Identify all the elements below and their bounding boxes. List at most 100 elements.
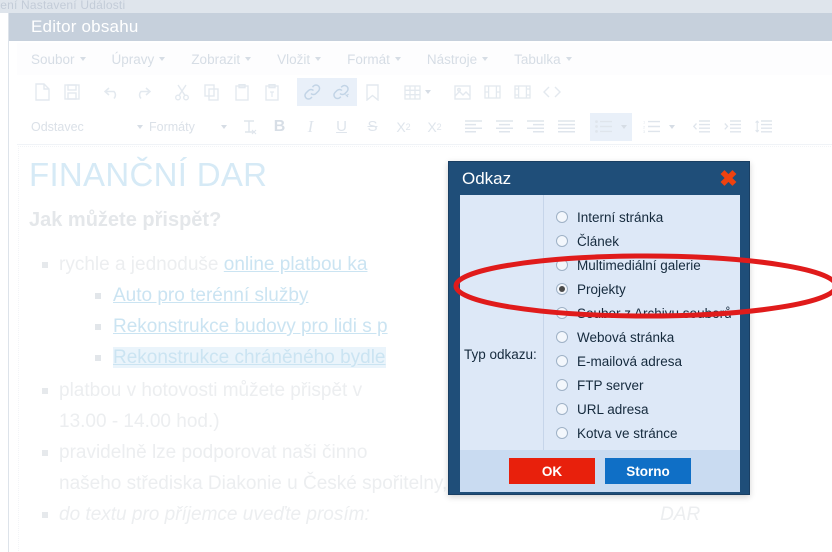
align-right-button[interactable] (520, 113, 551, 141)
numbered-list-button[interactable]: 123 (638, 113, 664, 141)
cut-button[interactable] (167, 78, 197, 106)
copy-button[interactable] (197, 78, 227, 106)
radio-label: Kotva ve stránce (577, 425, 678, 441)
source-code-button[interactable] (537, 78, 567, 106)
subscript-button[interactable]: X2 (388, 113, 419, 141)
line-height-button[interactable] (748, 113, 779, 141)
radio-button-icon (556, 427, 568, 439)
radio-multimedialni-galerie[interactable]: Multimediální galerie (556, 253, 740, 277)
chevron-down-icon (394, 57, 401, 61)
radio-emailova-adresa[interactable]: E-mailová adresa (556, 349, 740, 373)
list-item-text: do textu pro příjemce uveďte prosím: (59, 504, 376, 525)
radio-button-icon (556, 331, 568, 343)
bullet-marker-icon (42, 262, 48, 268)
paragraph-style-select[interactable]: Odstavec (31, 114, 143, 140)
chevron-down-icon (315, 57, 322, 61)
menu-vlozit[interactable]: Vložit (277, 51, 322, 67)
radio-label: Článek (577, 233, 620, 249)
chevron-down-icon (669, 124, 675, 129)
insert-media-button[interactable] (477, 78, 507, 106)
paste-as-text-button[interactable] (257, 78, 287, 106)
radio-label: Multimediální galerie (577, 257, 701, 273)
background-faded-menu-text: vení Nastavení Události (0, 0, 126, 12)
sub-link-auto[interactable]: Auto pro terénní služby (113, 285, 308, 306)
menu-upravy[interactable]: Úpravy (112, 52, 166, 67)
link-type-radio-group: Interní stránka Článek Multimediální gal… (544, 195, 740, 450)
bullet-marker-icon (95, 293, 101, 299)
list-item-text-right: DAR (660, 504, 701, 525)
menu-format[interactable]: Formát (347, 52, 401, 67)
remove-link-button[interactable] (327, 78, 357, 106)
sub-link-rekonstrukce-budovy[interactable]: Rekonstrukce budovy pro lidi s p (113, 316, 388, 337)
menu-nastroje[interactable]: Nástroje (427, 52, 489, 67)
table-button[interactable] (397, 78, 437, 106)
align-justify-button[interactable] (551, 113, 582, 141)
menu-zobrazit[interactable]: Zobrazit (191, 51, 252, 67)
formats-select-value: Formáty (149, 119, 195, 134)
radio-label: FTP server (577, 377, 644, 393)
numbered-list-dropdown[interactable] (664, 113, 680, 141)
radio-label: Interní stránka (577, 209, 664, 225)
bold-button[interactable]: B (264, 113, 295, 141)
radio-ftp-server[interactable]: FTP server (556, 373, 740, 397)
undo-button[interactable] (97, 78, 127, 106)
menu-vlozit-label: Vložit (277, 51, 311, 67)
link-dialog-label-column: Typ odkazu: (460, 195, 544, 450)
editor-toolbar-format: Odstavec Formáty B I U S X2 X2 1 2 3 (17, 109, 832, 145)
formats-select[interactable]: Formáty (149, 114, 227, 140)
radio-label: Projekty (577, 281, 626, 297)
radio-button-icon (556, 211, 568, 223)
editor-toolbar-primary (17, 75, 832, 109)
save-button[interactable] (57, 78, 87, 106)
radio-webova-stranka[interactable]: Webová stránka (556, 325, 740, 349)
align-left-button[interactable] (458, 113, 489, 141)
list-item-text: rychle a jednoduše (59, 254, 224, 275)
menu-zobrazit-label: Zobrazit (191, 51, 241, 67)
insert-video-button[interactable] (507, 78, 537, 106)
radio-kotva-ve-strance[interactable]: Kotva ve stránce (556, 421, 740, 445)
document-link[interactable]: online platbou ka (224, 254, 368, 275)
editor-titlebar: Editor obsahu (9, 13, 832, 41)
radio-interni-stranka[interactable]: Interní stránka (556, 205, 740, 229)
strikethrough-button[interactable]: S (357, 113, 388, 141)
radio-label: E-mailová adresa (577, 353, 683, 369)
radio-button-icon (556, 259, 568, 271)
redo-button[interactable] (127, 78, 157, 106)
indent-button[interactable] (717, 113, 748, 141)
italic-button[interactable]: I (295, 113, 326, 141)
cancel-button[interactable]: Storno (605, 458, 691, 484)
align-center-button[interactable] (489, 113, 520, 141)
radio-soubor-z-archivu[interactable]: Soubor z Archivu souborů (556, 301, 740, 325)
underline-button[interactable]: U (326, 113, 357, 141)
radio-clanek[interactable]: Článek (556, 229, 740, 253)
new-document-button[interactable] (27, 78, 57, 106)
outdent-button[interactable] (686, 113, 717, 141)
screen: vení Nastavení Události Editor obsahu So… (0, 0, 832, 552)
editor-menubar: Soubor Úpravy Zobrazit Vložit Formát Nás… (17, 43, 832, 75)
menu-soubor[interactable]: Soubor (31, 52, 86, 67)
radio-button-icon-selected (556, 283, 568, 295)
radio-url-adresa[interactable]: URL adresa (556, 397, 740, 421)
insert-image-button[interactable] (447, 78, 477, 106)
menu-tabulka[interactable]: Tabulka (514, 52, 572, 67)
anchor-button[interactable] (357, 78, 387, 106)
chevron-down-icon (482, 57, 489, 61)
bullet-list-button[interactable] (590, 112, 616, 141)
background-page-menu-strip: vení Nastavení Události (0, 0, 832, 13)
superscript-button[interactable]: X2 (419, 113, 450, 141)
sub-link-rekonstrukce-bydleni-selected[interactable]: Rekonstrukce chráněného bydle (113, 347, 386, 368)
radio-projekty[interactable]: Projekty (556, 277, 740, 301)
menu-tabulka-label: Tabulka (514, 51, 561, 67)
paragraph-style-value: Odstavec (31, 119, 84, 134)
bullet-list-dropdown[interactable] (616, 112, 632, 141)
insert-link-button[interactable] (297, 78, 327, 106)
paste-button[interactable] (227, 78, 257, 106)
chevron-down-icon (137, 124, 143, 129)
ok-button[interactable]: OK (509, 458, 595, 484)
clear-formatting-button[interactable] (233, 113, 264, 141)
chevron-down-icon (424, 90, 431, 94)
chevron-down-icon (221, 124, 227, 129)
radio-button-icon (556, 379, 568, 391)
close-icon[interactable]: ✖ (718, 167, 739, 189)
radio-button-icon (556, 307, 568, 319)
